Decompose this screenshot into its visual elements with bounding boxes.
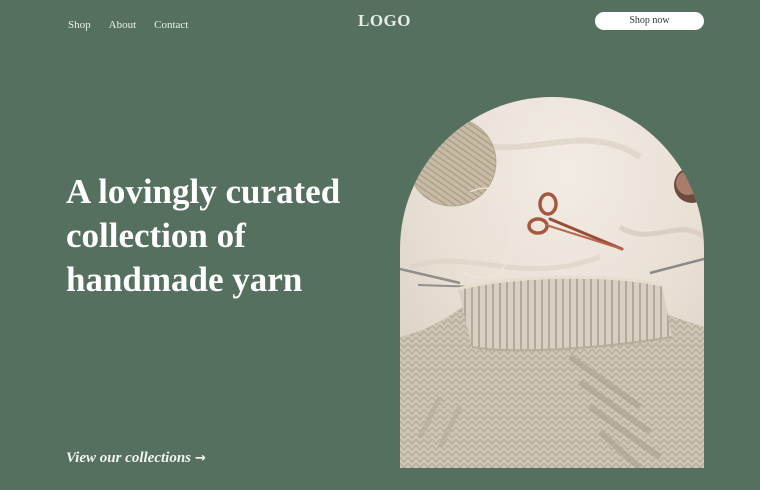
view-collections-link[interactable]: View our collections → bbox=[66, 450, 206, 467]
shop-now-button[interactable]: Shop now bbox=[595, 12, 704, 30]
view-collections-label: View our collections bbox=[66, 450, 192, 466]
arrow-right-icon: → bbox=[195, 451, 206, 466]
hero-image bbox=[400, 97, 704, 468]
hero-headline: A lovingly curated collection of handmad… bbox=[66, 172, 341, 299]
